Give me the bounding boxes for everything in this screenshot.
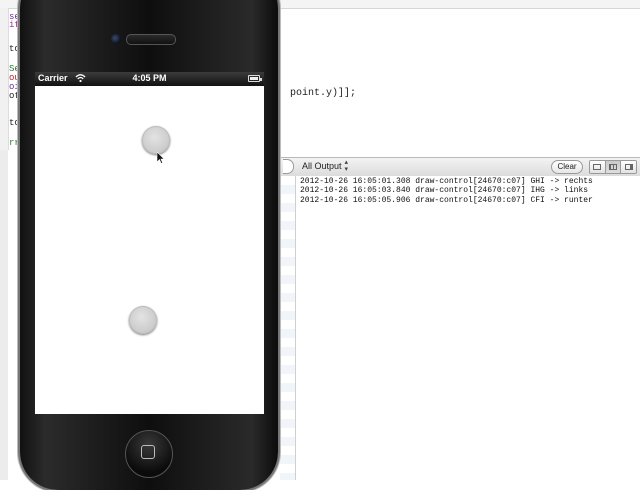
right-pane-icon <box>624 164 633 170</box>
console-output[interactable] <box>296 176 640 480</box>
code-fragment: to <box>9 44 20 54</box>
draggable-control-top[interactable] <box>142 126 170 154</box>
front-camera <box>111 34 121 44</box>
variables-pane[interactable] <box>280 176 296 480</box>
draw-control-view[interactable] <box>35 86 264 414</box>
home-button-icon[interactable] <box>125 430 173 478</box>
code-fragment: if <box>9 20 20 30</box>
editor-gutter <box>0 8 9 150</box>
iphone-simulator: Carrier 4:05 PM <box>20 0 278 490</box>
code-fragment: rr <box>9 138 20 148</box>
show-variables-view-button[interactable] <box>590 161 606 173</box>
show-both-views-button[interactable] <box>605 161 622 173</box>
draggable-control-bottom[interactable] <box>129 306 157 334</box>
status-bar: Carrier 4:05 PM <box>35 72 264 86</box>
cursor-icon <box>157 152 165 164</box>
output-filter-label: All Output <box>302 161 342 171</box>
clear-console-button[interactable]: Clear <box>551 160 583 174</box>
show-console-view-button[interactable] <box>621 161 636 173</box>
status-time: 4:05 PM <box>132 73 167 83</box>
home-square-glyph <box>141 445 155 459</box>
earpiece-speaker <box>126 34 176 45</box>
code-fragment: to <box>9 118 20 128</box>
output-filter-select[interactable]: All Output ▴ ▾ <box>302 159 348 173</box>
code-line: point.y)]]; <box>290 88 357 99</box>
left-sidebar-edge <box>0 150 8 480</box>
simulator-screen[interactable]: Carrier 4:05 PM <box>35 72 264 414</box>
console-line: 2012-10-26 16:05:01.308 draw-control[246… <box>300 177 593 186</box>
left-pane-icon <box>593 164 602 170</box>
battery-icon <box>248 75 262 82</box>
console-line: 2012-10-26 16:05:05.906 draw-control[246… <box>300 196 593 205</box>
split-pane-icon <box>609 164 617 170</box>
up-down-arrows-icon: ▴ ▾ <box>344 159 349 173</box>
console-line: 2012-10-26 16:05:03.840 draw-control[246… <box>300 186 589 195</box>
layout-toggle-icon[interactable] <box>589 160 637 174</box>
